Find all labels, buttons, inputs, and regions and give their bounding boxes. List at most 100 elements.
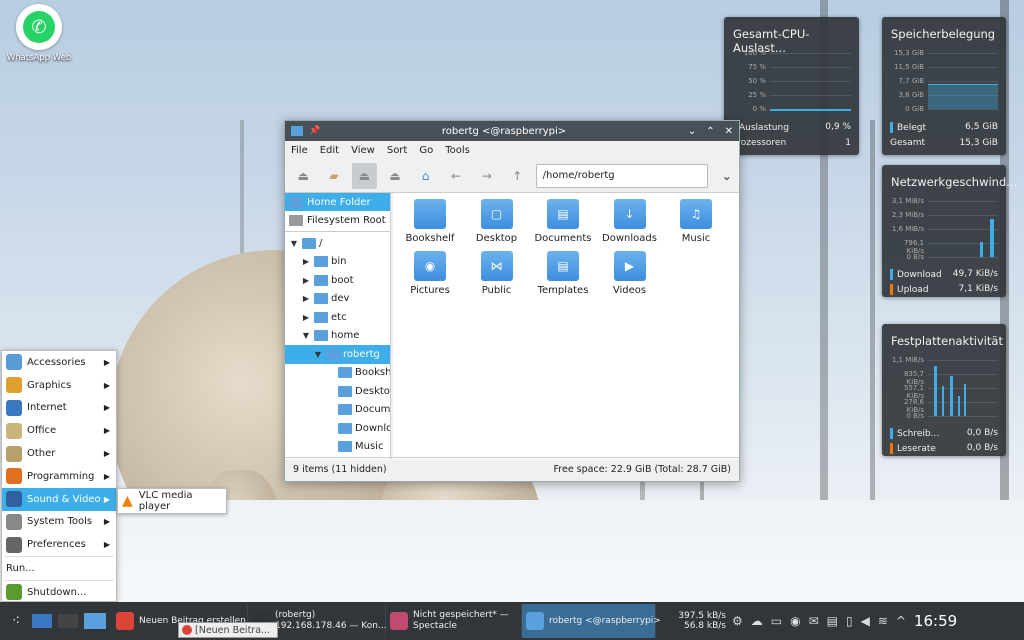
category-icon [6, 354, 22, 371]
home-icon[interactable]: ⌂ [413, 163, 438, 189]
tree-item[interactable]: ▶ etc [285, 308, 390, 327]
tree-item[interactable]: Music [285, 438, 390, 457]
window-titlebar[interactable]: 📌 robertg <@raspberrypi> ⌄ ⌃ ✕ [285, 121, 739, 141]
tree-item[interactable]: Documents [285, 401, 390, 420]
expander-icon[interactable]: ▼ [301, 331, 311, 340]
memory-widget[interactable]: Speicherbelegung 15,3 GiB 11,5 GiB 7,7 G… [882, 17, 1006, 155]
tree-item[interactable]: ▶ bin [285, 253, 390, 272]
menu-item-label: Run... [6, 563, 35, 575]
start-menu-icon[interactable]: ⁖ [0, 613, 32, 629]
tree-item[interactable]: ▶ boot [285, 271, 390, 290]
eject-icon[interactable]: ⏏ [291, 163, 316, 189]
location-input[interactable]: /home/robertg [535, 163, 709, 188]
tree-item[interactable]: Bookshelf [285, 364, 390, 383]
menu-file[interactable]: File [291, 145, 308, 156]
tree-item[interactable]: ▼ home [285, 327, 390, 346]
file-label: Desktop [475, 233, 518, 244]
file-manager-window[interactable]: 📌 robertg <@raspberrypi> ⌄ ⌃ ✕ File Edit… [284, 120, 740, 482]
expander-icon[interactable]: ▶ [301, 313, 311, 322]
show-desktop-icon[interactable] [32, 614, 52, 628]
terminal-icon[interactable] [58, 614, 78, 628]
menu-item-other[interactable]: Other ▶ [2, 442, 116, 465]
notification-icon[interactable]: ⚙ [732, 614, 743, 628]
menu-item-internet[interactable]: Internet ▶ [2, 397, 116, 420]
menu-item-office[interactable]: Office ▶ [2, 419, 116, 442]
place-home-folder[interactable]: Home Folder [285, 193, 390, 211]
file-item[interactable]: ▢ Desktop [464, 199, 530, 244]
folder-icon: ↓ [613, 199, 646, 229]
desktop-icon-whatsapp[interactable]: ✆ WhatsApp Web [6, 4, 72, 63]
menu-edit[interactable]: Edit [320, 145, 339, 156]
chevron-down-icon[interactable]: ⌄ [688, 126, 696, 137]
pin-icon[interactable]: 📌 [309, 126, 320, 136]
tick-label: 0 % [752, 105, 766, 113]
tick-label: 0 B/s [906, 253, 925, 261]
menu-item-accessories[interactable]: Accessories ▶ [2, 351, 116, 374]
weather-icon[interactable]: ☁ [751, 614, 763, 628]
up-icon[interactable]: ↑ [505, 163, 530, 189]
menu-item-graphics[interactable]: Graphics ▶ [2, 374, 116, 397]
clock[interactable]: 16:59 [914, 612, 957, 630]
expander-icon[interactable]: ▼ [313, 350, 323, 359]
menu-item-system-tools[interactable]: System Tools ▶ [2, 511, 116, 534]
menu-sort[interactable]: Sort [387, 145, 408, 156]
vlc-icon: ▲ [122, 493, 133, 509]
clipboard-list-icon[interactable]: ▤ [827, 614, 838, 628]
tree-item[interactable]: ▶ dev [285, 290, 390, 309]
expander-icon[interactable]: ▶ [301, 257, 311, 266]
mail-icon[interactable]: ✉ [809, 614, 819, 628]
back-icon[interactable]: ← [444, 163, 469, 189]
submenu-item-vlc[interactable]: ▲ VLC media player [117, 488, 227, 514]
file-item[interactable]: ▤ Documents [530, 199, 596, 244]
clipboard-icon[interactable]: ▭ [771, 614, 782, 628]
file-item[interactable]: ♫ Music [663, 199, 729, 244]
taskbar-task[interactable]: Nicht gespeichert* — Spectacle [386, 604, 522, 638]
tree-item[interactable]: ▼ / [285, 234, 390, 253]
status-item-count: 9 items (11 hidden) [293, 464, 387, 475]
tree-item[interactable]: Desktop [285, 382, 390, 401]
menu-go[interactable]: Go [419, 145, 433, 156]
download-speed: 397.5 kB/s [678, 611, 726, 621]
category-icon [6, 445, 22, 462]
menu-item-programming[interactable]: Programming ▶ [2, 465, 116, 488]
menu-item-shutdown[interactable]: Shutdown... [2, 581, 116, 604]
eye-icon[interactable]: ◉ [790, 614, 800, 628]
file-item[interactable]: Bookshelf [397, 199, 463, 244]
app-icon [116, 612, 134, 630]
close-button[interactable]: ✕ [725, 126, 733, 137]
wifi-icon[interactable]: ≋ [878, 614, 888, 628]
tree-item[interactable]: ▼ robertg [285, 345, 390, 364]
file-item[interactable]: ⋈ Public [464, 251, 530, 296]
network-widget[interactable]: Netzwerkgeschwind... 3,1 MiB/s 2,3 MiB/s… [882, 165, 1017, 297]
place-filesystem-root[interactable]: Filesystem Root [285, 211, 390, 229]
unmount-icon[interactable]: ⏏ [383, 163, 408, 189]
task-label: Nicht gespeichert* — Spectacle [413, 610, 509, 631]
file-item[interactable]: ▤ Templates [530, 251, 596, 296]
taskbar-task[interactable]: robertg <@raspberrypi> [522, 604, 661, 638]
menu-view[interactable]: View [351, 145, 375, 156]
app-icon [390, 612, 408, 630]
file-item[interactable]: ▶ Videos [597, 251, 663, 296]
cpu-widget[interactable]: Gesamt-CPU-Auslast... 100 % 75 % 50 % 25… [724, 17, 859, 155]
expander-icon[interactable]: ▶ [301, 294, 311, 303]
menu-item-preferences[interactable]: Preferences ▶ [2, 533, 116, 556]
expander-icon[interactable]: ▼ [289, 239, 299, 248]
chevron-down-icon[interactable]: ⌄ [714, 163, 739, 189]
tree-item[interactable]: Downloads [285, 419, 390, 438]
maximize-button[interactable]: ⌃ [706, 126, 714, 137]
volume-icon[interactable]: ◀ [861, 614, 870, 628]
expand-tray-icon[interactable]: ^ [896, 614, 906, 628]
forward-icon[interactable]: → [474, 163, 499, 189]
new-folder-icon[interactable]: ▰ [322, 163, 347, 189]
expander-icon[interactable]: ▶ [301, 276, 311, 285]
menu-tools[interactable]: Tools [445, 145, 470, 156]
battery-icon[interactable]: ▯ [846, 614, 853, 628]
menu-item-sound-video[interactable]: Sound & Video ▶ [2, 487, 116, 511]
file-item[interactable]: ◉ Pictures [397, 251, 463, 296]
disk-widget[interactable]: Festplattenaktivität 1,1 MiB/s 835,7 KiB… [882, 324, 1006, 456]
mount-icon[interactable]: ⏏ [352, 162, 377, 189]
menu-item-run[interactable]: Run... [2, 557, 116, 580]
home-folder-icon [289, 196, 303, 208]
file-manager-launcher-icon[interactable] [84, 613, 106, 629]
file-item[interactable]: ↓ Downloads [597, 199, 663, 244]
